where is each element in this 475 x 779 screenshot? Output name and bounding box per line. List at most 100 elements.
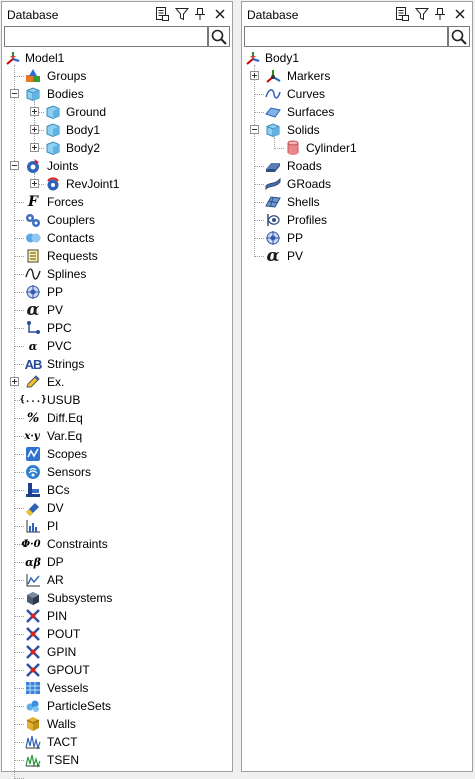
tree-item-solids[interactable]: Solids (242, 121, 472, 139)
search-input[interactable] (4, 26, 208, 47)
collapse-toggle[interactable] (250, 125, 259, 134)
document-list-icon[interactable] (394, 6, 410, 22)
tree-item-strings[interactable]: AB Strings (2, 355, 232, 373)
tree-item-pv[interactable]: α PV (242, 246, 472, 266)
tree-item-gpout[interactable]: GPOUT (2, 661, 232, 679)
tree-root-body[interactable]: Body1 (242, 49, 472, 67)
model-axes-icon (245, 50, 261, 66)
sensors-icon (25, 464, 41, 480)
tree-item-walls[interactable]: Walls (2, 715, 232, 733)
tree-item-requests[interactable]: Requests (2, 247, 232, 265)
expand-toggle[interactable] (10, 377, 19, 386)
tree-item-dv[interactable]: DV (2, 499, 232, 517)
tree-item-usub[interactable]: {...} USUB (2, 391, 232, 409)
body-cube-icon (25, 86, 41, 102)
tree-label: Sensors (47, 465, 92, 479)
tree-item-dp[interactable]: αβ DP (2, 553, 232, 571)
tree-item-vareq[interactable]: x·y Var.Eq (2, 427, 232, 445)
tree-item-cylinder1[interactable]: Cylinder1 (242, 139, 472, 157)
tree-label: Solids (287, 123, 320, 137)
collapse-toggle[interactable] (10, 89, 19, 98)
tree-item-pout[interactable]: POUT (2, 625, 232, 643)
tree-label: Ex. (47, 375, 65, 389)
tree-item-ar[interactable]: AR (2, 571, 232, 589)
tree-item-pi[interactable]: PI (2, 517, 232, 535)
tree-label: PV (47, 303, 64, 317)
expand-toggle[interactable] (30, 143, 39, 152)
profiles-icon (265, 212, 281, 228)
close-icon[interactable] (212, 6, 228, 22)
tree-item-groads[interactable]: GRoads (242, 175, 472, 193)
tree-item-roads[interactable]: Roads (242, 157, 472, 175)
tree-item-bcs[interactable]: BCs (2, 481, 232, 499)
tree-item-pvc[interactable]: α PVC (2, 337, 232, 355)
tree-item-subsystems[interactable]: Subsystems (2, 589, 232, 607)
tree-item-profiles[interactable]: Profiles (242, 211, 472, 229)
tree-item-forces[interactable]: F Forces (2, 193, 232, 211)
tree-item-constraints[interactable]: Φ·0 Constraints (2, 535, 232, 553)
tree-label: PPC (47, 321, 72, 335)
tree-label: AR (47, 573, 64, 587)
document-list-icon[interactable] (154, 6, 170, 22)
search-bar (4, 26, 230, 47)
roads-icon (265, 158, 281, 174)
tree-root-model[interactable]: Model1 (2, 49, 232, 67)
tree-label: Walls (47, 717, 76, 731)
panel-title: Database (7, 8, 59, 22)
diff-eq-icon: % (26, 410, 40, 426)
pin-icon[interactable] (432, 6, 448, 22)
tree-item-gpin[interactable]: GPIN (2, 643, 232, 661)
tree-item-body2[interactable]: Body2 (2, 139, 232, 157)
tree-item-vessels[interactable]: Vessels (2, 679, 232, 697)
tree-item-pv[interactable]: α PV (2, 300, 232, 320)
tree-item-tsen[interactable]: TSEN (2, 751, 232, 769)
tree-item-sensors[interactable]: Sensors (2, 463, 232, 481)
tree-item-splines[interactable]: Splines (2, 265, 232, 283)
tree-label: Surfaces (287, 105, 335, 119)
panel-header: Database (242, 2, 472, 26)
surfaces-icon (265, 104, 281, 120)
tree-item-groups[interactable]: Groups (2, 67, 232, 85)
tree-item-markers[interactable]: Markers (242, 67, 472, 85)
tree-label: Ground (66, 105, 107, 119)
body-cube-icon (45, 140, 61, 156)
collapse-toggle[interactable] (10, 161, 19, 170)
expand-toggle[interactable] (30, 125, 39, 134)
strings-icon: AB (24, 356, 43, 372)
pin-icon[interactable] (192, 6, 208, 22)
tree-label: GPIN (47, 645, 77, 659)
tree-item-revjoint1[interactable]: RevJoint1 (2, 175, 232, 193)
tree-item-scopes[interactable]: Scopes (2, 445, 232, 463)
filter-icon[interactable] (174, 6, 190, 22)
tree-item-tact[interactable]: TACT (2, 733, 232, 751)
tree-item-body1[interactable]: Body1 (2, 121, 232, 139)
search-button[interactable] (208, 26, 230, 47)
tree-item-couplers[interactable]: Couplers (2, 211, 232, 229)
tree-item-contacts[interactable]: Contacts (2, 229, 232, 247)
tree-item-shells[interactable]: Shells (242, 193, 472, 211)
tree-item-surfaces[interactable]: Surfaces (242, 103, 472, 121)
tree-item-ex[interactable]: Ex. (2, 373, 232, 391)
tree-label: Requests (47, 249, 98, 263)
ar-chart-icon (25, 572, 41, 588)
filter-icon[interactable] (414, 6, 430, 22)
tree-item-ground[interactable]: Ground (2, 103, 232, 121)
tree-item-pp[interactable]: PP (242, 229, 472, 247)
expand-toggle[interactable] (250, 71, 259, 80)
tree-item-curves[interactable]: Curves (242, 85, 472, 103)
expand-toggle[interactable] (30, 107, 39, 116)
expand-toggle[interactable] (30, 179, 39, 188)
tree-item-particlesets[interactable]: ParticleSets (2, 697, 232, 715)
tree-item-pp[interactable]: PP (2, 283, 232, 301)
tree-item-pin[interactable]: PIN (2, 607, 232, 625)
tree-item-bodies[interactable]: Bodies (2, 85, 232, 103)
search-button[interactable] (448, 26, 470, 47)
tree-item-joints[interactable]: Joints (2, 157, 232, 175)
tree-item-ppc[interactable]: PPC (2, 319, 232, 337)
tree-item-diffeq[interactable]: % Diff.Eq (2, 409, 232, 427)
close-icon[interactable] (452, 6, 468, 22)
search-input[interactable] (244, 26, 448, 47)
tree-label: Groups (47, 69, 87, 83)
solids-cube-icon (265, 122, 281, 138)
tree-label: GPOUT (47, 663, 90, 677)
